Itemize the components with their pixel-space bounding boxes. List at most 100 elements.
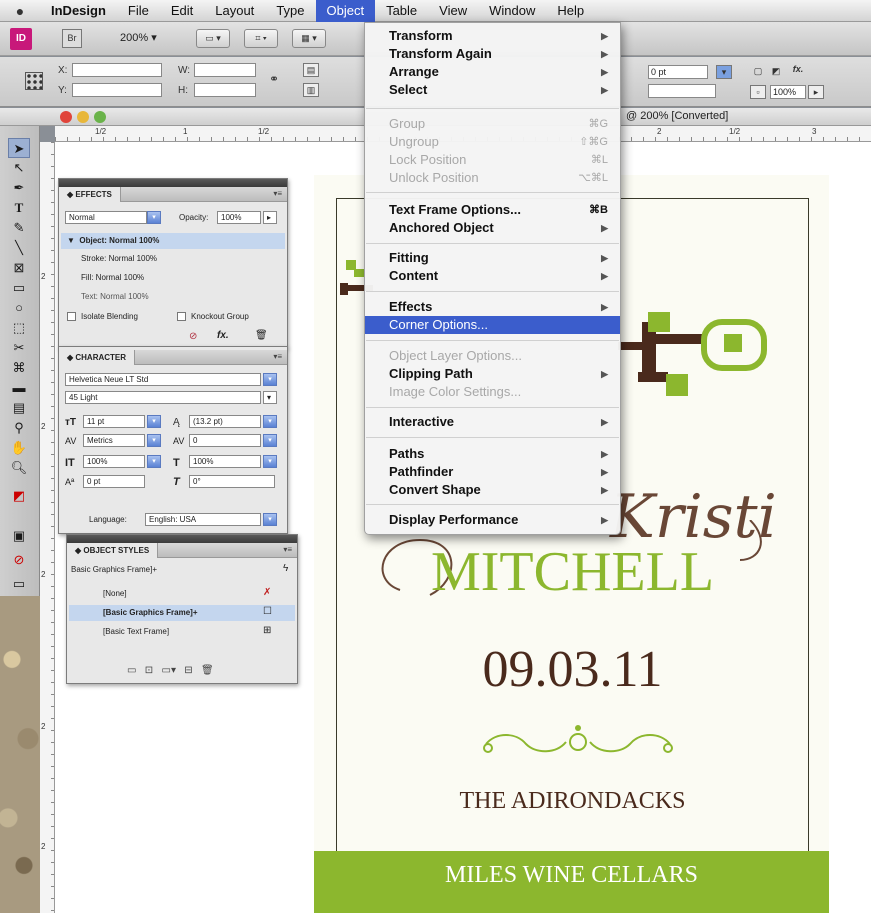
zoom-level-select[interactable]: 200% ▾ bbox=[120, 31, 157, 44]
apple-menu-icon[interactable]: ● bbox=[0, 3, 40, 19]
menu-item-display-performance[interactable]: Display Performance ▶ bbox=[365, 511, 620, 529]
menu-item-fitting[interactable]: Fitting ▶ bbox=[365, 249, 620, 267]
rectangle-frame-tool-icon[interactable]: ⊠ bbox=[8, 258, 30, 278]
panel-grip[interactable] bbox=[67, 535, 297, 543]
menu-item-clipping-path[interactable]: Clipping Path ▶ bbox=[365, 365, 620, 383]
constrain-proportions-icon[interactable]: ⚭ bbox=[266, 73, 282, 87]
panel-grip[interactable] bbox=[59, 179, 287, 187]
view-options-button[interactable]: ▭ ▾ bbox=[196, 29, 230, 48]
arrange-documents-button[interactable]: ▦ ▾ bbox=[292, 29, 326, 48]
scissors-tool-icon[interactable]: ✂ bbox=[8, 338, 30, 358]
font-style-dropdown-icon[interactable]: ▾ bbox=[263, 391, 277, 404]
horizontal-scale-dropdown-icon[interactable]: ▾ bbox=[263, 455, 277, 468]
vertical-scale-field[interactable]: 100% bbox=[83, 455, 145, 468]
panel-menu-icon[interactable]: ▾≡ bbox=[273, 352, 282, 361]
y-position-field[interactable] bbox=[72, 83, 162, 97]
text-effects-label[interactable]: Text: Normal 100% bbox=[81, 292, 149, 301]
menu-object[interactable]: Object bbox=[315, 0, 376, 22]
panel-menu-icon[interactable]: ▾≡ bbox=[283, 545, 292, 554]
menu-layout[interactable]: Layout bbox=[204, 0, 265, 22]
horizontal-scale-field[interactable]: 100% bbox=[189, 455, 261, 468]
tracking-field[interactable]: 0 bbox=[189, 434, 261, 447]
drop-shadow-icon[interactable]: ◩ bbox=[768, 65, 784, 79]
menu-item-select[interactable]: Select ▶ bbox=[365, 81, 620, 99]
selection-tool-icon[interactable]: ➤ bbox=[8, 138, 30, 158]
free-transform-tool-icon[interactable]: ⬚ bbox=[8, 318, 30, 338]
menu-edit[interactable]: Edit bbox=[160, 0, 204, 22]
stroke-effects-label[interactable]: Stroke: Normal 100% bbox=[81, 254, 157, 263]
screen-mode-button[interactable]: ⌗ ▾ bbox=[244, 29, 278, 48]
type-tool-icon[interactable]: T bbox=[8, 198, 30, 218]
stroke-type-field[interactable] bbox=[648, 84, 716, 98]
menu-item-paths[interactable]: Paths ▶ bbox=[365, 445, 620, 463]
character-panel-tab[interactable]: ◆ CHARACTER ▾≡ bbox=[59, 350, 287, 365]
blend-mode-dropdown-icon[interactable]: ▾ bbox=[147, 211, 161, 224]
skew-field[interactable]: 0° bbox=[189, 475, 275, 488]
font-family-field[interactable]: Helvetica Neue LT Std bbox=[65, 373, 261, 386]
bridge-button[interactable]: Br bbox=[62, 29, 82, 48]
pencil-tool-icon[interactable]: ✎ bbox=[8, 218, 30, 238]
pen-tool-icon[interactable]: ✒ bbox=[8, 178, 30, 198]
eyedropper-tool-icon[interactable]: ⚲ bbox=[8, 418, 30, 438]
baseline-shift-field[interactable]: 0 pt bbox=[83, 475, 145, 488]
font-size-field[interactable]: 11 pt bbox=[83, 415, 145, 428]
lightning-icon[interactable]: ϟ bbox=[283, 563, 288, 574]
zoom-window-icon[interactable] bbox=[94, 111, 106, 123]
menu-help[interactable]: Help bbox=[546, 0, 595, 22]
menu-item-anchored-object[interactable]: Anchored Object ▶ bbox=[365, 219, 620, 237]
menu-item-interactive[interactable]: Interactive ▶ bbox=[365, 413, 620, 431]
width-field[interactable] bbox=[194, 63, 256, 77]
reference-point-icon[interactable] bbox=[25, 72, 43, 90]
menu-item-arrange[interactable]: Arrange ▶ bbox=[365, 63, 620, 81]
note-tool-icon[interactable]: ▤ bbox=[8, 398, 30, 418]
opacity-field[interactable]: 100% bbox=[770, 85, 806, 99]
direct-selection-tool-icon[interactable]: ↖ bbox=[8, 158, 30, 178]
opacity-icon[interactable]: ▫ bbox=[750, 85, 766, 99]
tracking-dropdown-icon[interactable]: ▾ bbox=[263, 434, 277, 447]
fx-icon[interactable]: fx. bbox=[217, 330, 229, 341]
knockout-group-checkbox[interactable] bbox=[177, 312, 186, 321]
opacity-field[interactable]: 100% bbox=[217, 211, 261, 224]
menu-table[interactable]: Table bbox=[375, 0, 428, 22]
panel-menu-icon[interactable]: ▾≡ bbox=[273, 189, 282, 198]
menu-item-convert-shape[interactable]: Convert Shape ▶ bbox=[365, 481, 620, 499]
leading-dropdown-icon[interactable]: ▾ bbox=[263, 415, 277, 428]
stroke-weight-field[interactable]: 0 pt bbox=[648, 65, 708, 79]
menu-item-transform-again[interactable]: Transform Again ▶ bbox=[365, 45, 620, 63]
clear-effects-icon[interactable]: ⊘ bbox=[189, 331, 197, 342]
kerning-field[interactable]: Metrics bbox=[83, 434, 145, 447]
fill-effects-label[interactable]: Fill: Normal 100% bbox=[81, 273, 144, 282]
menu-item-transform[interactable]: Transform ▶ bbox=[365, 27, 620, 45]
leading-field[interactable]: (13.2 pt) bbox=[189, 415, 261, 428]
isolate-blending-checkbox[interactable] bbox=[67, 312, 76, 321]
style-item-basic-graphics-frame[interactable]: [Basic Graphics Frame]+ bbox=[103, 608, 197, 617]
trash-icon[interactable]: 🗑︎ bbox=[255, 330, 268, 341]
minimize-window-icon[interactable] bbox=[77, 111, 89, 123]
language-dropdown-icon[interactable]: ▾ bbox=[263, 513, 277, 526]
menu-view[interactable]: View bbox=[428, 0, 478, 22]
opacity-arrow-icon[interactable]: ▸ bbox=[808, 85, 824, 99]
vertical-scale-dropdown-icon[interactable]: ▾ bbox=[147, 455, 161, 468]
screen-mode-icon[interactable]: ▭ bbox=[8, 574, 30, 594]
rectangle-tool-icon[interactable]: ▭ bbox=[8, 278, 30, 298]
font-family-dropdown-icon[interactable]: ▾ bbox=[263, 373, 277, 386]
menu-item-content[interactable]: Content ▶ bbox=[365, 267, 620, 285]
font-size-dropdown-icon[interactable]: ▾ bbox=[147, 415, 161, 428]
scale-y-icon[interactable]: ▥ bbox=[303, 83, 319, 97]
fill-stroke-icon[interactable]: ◩ bbox=[8, 486, 30, 506]
scale-x-icon[interactable]: ▤ bbox=[303, 63, 319, 77]
close-window-icon[interactable] bbox=[60, 111, 72, 123]
style-item-none[interactable]: [None] bbox=[103, 589, 127, 598]
kerning-dropdown-icon[interactable]: ▾ bbox=[147, 434, 161, 447]
menu-type[interactable]: Type bbox=[265, 0, 315, 22]
vertical-ruler[interactable]: 2 2 2 2 2 bbox=[40, 142, 55, 913]
height-field[interactable] bbox=[194, 83, 256, 97]
menu-item-effects[interactable]: Effects ▶ bbox=[365, 298, 620, 316]
text-wrap-icon[interactable]: ▢ bbox=[750, 65, 766, 79]
ellipse-tool-icon[interactable]: ○ bbox=[8, 298, 30, 318]
zoom-tool-icon[interactable]: 🔍︎ bbox=[8, 458, 30, 478]
hand-tool-icon[interactable]: ✋ bbox=[8, 438, 30, 458]
x-position-field[interactable] bbox=[72, 63, 162, 77]
object-styles-panel-tab[interactable]: ◆ OBJECT STYLES ▾≡ bbox=[67, 543, 297, 558]
gap-tool-icon[interactable]: ⌘ bbox=[8, 358, 30, 378]
